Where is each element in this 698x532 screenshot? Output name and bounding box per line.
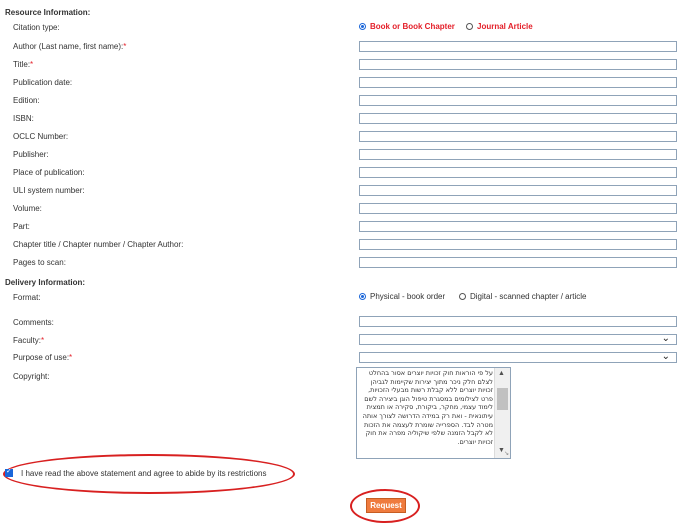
faculty-select[interactable]: ⌄	[359, 333, 677, 345]
field-input[interactable]	[359, 257, 677, 268]
field-label: Part:	[13, 222, 30, 231]
field-input[interactable]	[359, 167, 677, 178]
radio-journal-label: Journal Article	[477, 22, 533, 31]
purpose-label: Purpose of use:*	[13, 353, 73, 362]
field-input[interactable]	[359, 149, 677, 160]
agree-label: I have read the above statement and agre…	[21, 469, 267, 478]
copyright-label: Copyright:	[13, 372, 50, 381]
radio-unselected-icon	[466, 23, 473, 30]
field-label: ISBN:	[13, 114, 34, 123]
resize-grip-icon[interactable]: ↘	[504, 450, 509, 457]
scroll-up-icon[interactable]: ▲	[498, 370, 505, 377]
radio-book-label: Book or Book Chapter	[370, 22, 455, 31]
field-label: Publication date:	[13, 78, 73, 87]
field-input[interactable]	[359, 221, 677, 232]
comments-label: Comments:	[13, 318, 54, 327]
chevron-down-icon: ⌄	[661, 333, 670, 344]
field-label: Publisher:	[13, 150, 49, 159]
request-button[interactable]: Request	[366, 498, 406, 513]
copyright-textarea[interactable]: על פי הוראות חוק זכויות יוצרים אסור בהחל…	[356, 367, 511, 459]
radio-physical[interactable]: Physical - book order	[359, 292, 445, 301]
field-input[interactable]	[359, 239, 677, 250]
copyright-scrollbar[interactable]: ▲ ▼	[494, 368, 510, 458]
comments-input[interactable]	[359, 316, 677, 327]
scroll-thumb[interactable]	[497, 388, 508, 410]
agree-checkbox[interactable]	[5, 467, 13, 477]
field-input[interactable]	[359, 131, 677, 142]
field-input[interactable]	[359, 113, 677, 124]
chevron-down-icon: ⌄	[661, 351, 670, 362]
radio-journal[interactable]: Journal Article	[466, 22, 533, 31]
radio-digital-label: Digital - scanned chapter / article	[470, 292, 587, 301]
radio-physical-label: Physical - book order	[370, 292, 446, 301]
delivery-heading: Delivery Information:	[5, 278, 86, 287]
field-label: ULI system number:	[13, 186, 85, 195]
field-label: Title:*	[13, 60, 34, 69]
format-label: Format:	[13, 293, 41, 302]
citation-type-label: Citation type:	[13, 23, 60, 32]
resource-heading: Resource Information:	[5, 8, 91, 17]
radio-book[interactable]: Book or Book Chapter	[359, 22, 455, 31]
field-input[interactable]	[359, 41, 677, 52]
field-label: Pages to scan:	[13, 258, 66, 267]
field-label: Chapter title / Chapter number / Chapter…	[13, 240, 184, 249]
radio-digital[interactable]: Digital - scanned chapter / article	[459, 292, 587, 301]
field-input[interactable]	[359, 59, 677, 70]
field-label: Place of publication:	[13, 168, 85, 177]
field-label: OCLC Number:	[13, 132, 69, 141]
copyright-text: על פי הוראות חוק זכויות יוצרים אסור בהחל…	[362, 369, 493, 446]
field-label: Author (Last name, first name):*	[13, 42, 127, 51]
field-input[interactable]	[359, 203, 677, 214]
field-label: Edition:	[13, 96, 40, 105]
field-input[interactable]	[359, 95, 677, 106]
field-input[interactable]	[359, 185, 677, 196]
radio-selected-icon	[359, 23, 366, 30]
radio-unselected-icon	[459, 293, 466, 300]
faculty-label: Faculty:*	[13, 336, 45, 345]
field-input[interactable]	[359, 77, 677, 88]
field-label: Volume:	[13, 204, 42, 213]
purpose-select[interactable]: ⌄	[359, 351, 677, 363]
radio-selected-icon	[359, 293, 366, 300]
